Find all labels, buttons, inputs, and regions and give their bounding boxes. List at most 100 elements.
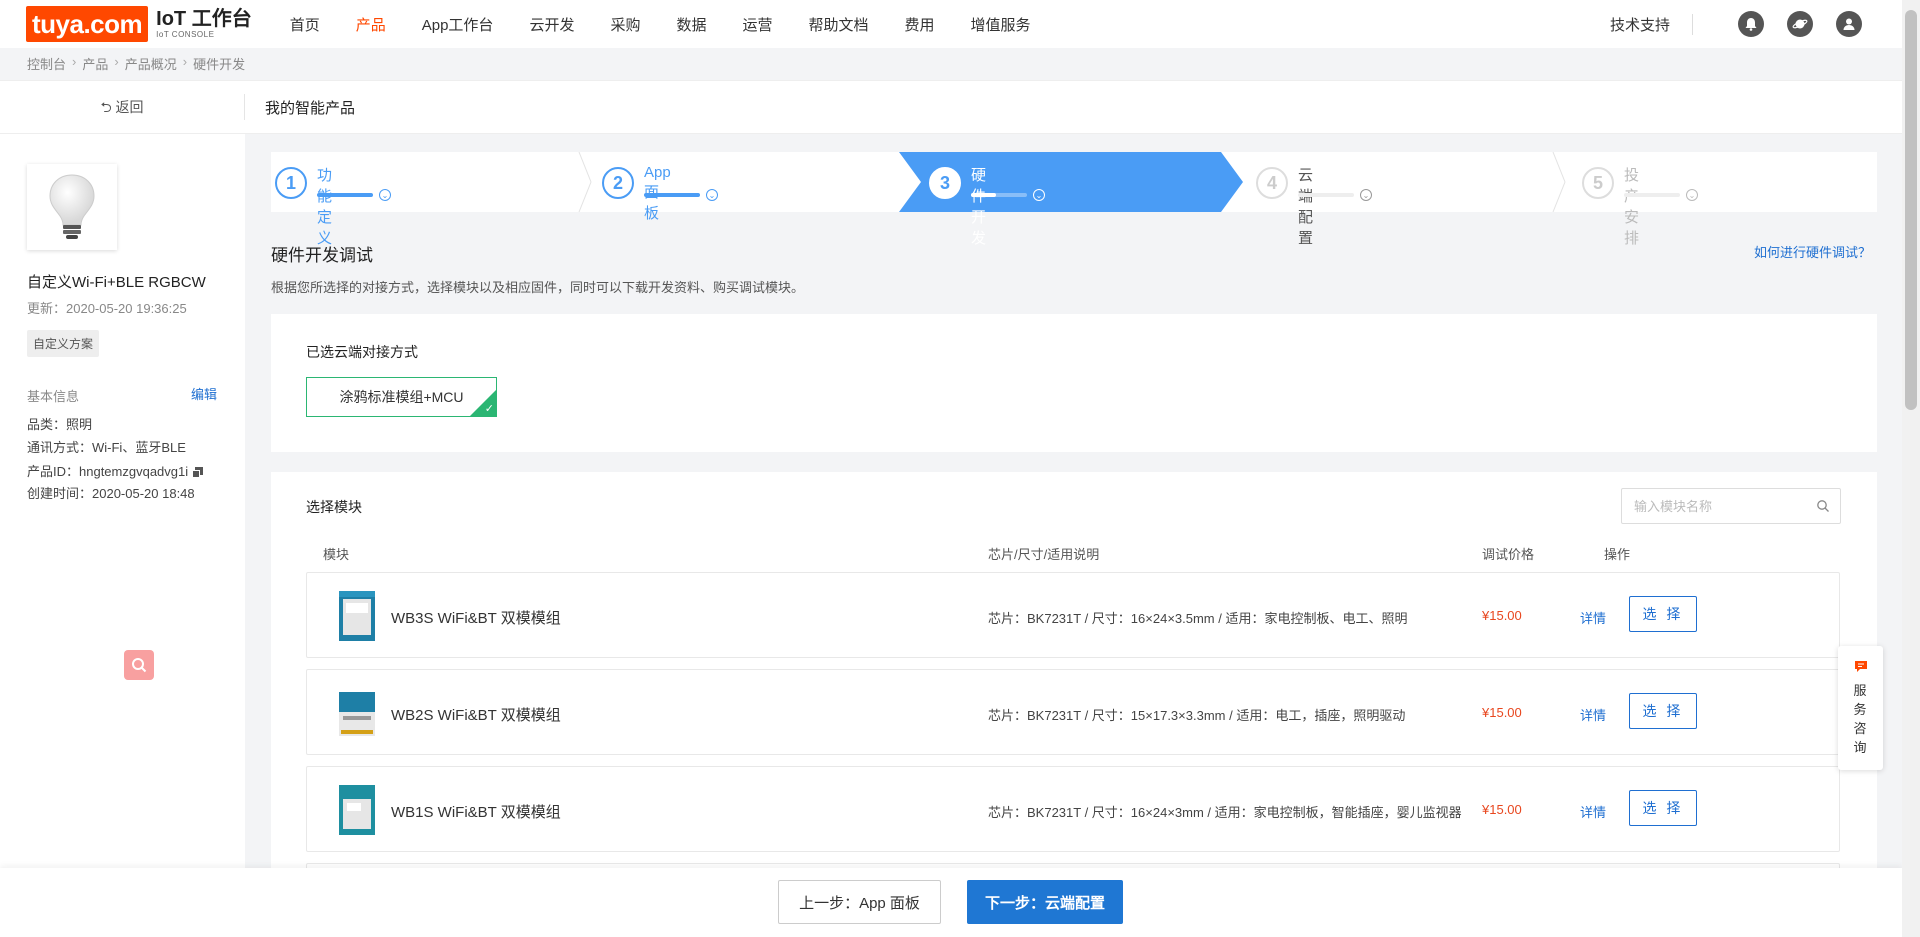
module-select-button[interactable]: 选 择	[1629, 790, 1697, 826]
chevron-down-icon[interactable]: ⌄	[1360, 189, 1372, 201]
bell-icon[interactable]	[1738, 11, 1764, 37]
nav-item-app[interactable]: App工作台	[422, 14, 494, 35]
product-updated-time: 更新：2020-05-20 19:36:25	[27, 301, 187, 316]
chevron-down-icon[interactable]: ⌄	[1033, 189, 1045, 201]
module-search	[1621, 488, 1841, 524]
nav-item-fees[interactable]: 费用	[905, 14, 935, 35]
section-title: 硬件开发调试	[271, 246, 373, 265]
nav-item-home[interactable]: 首页	[290, 14, 320, 35]
step-progress-fill	[971, 193, 997, 197]
module-search-input[interactable]	[1634, 498, 1804, 514]
step-label: 云端配置	[1298, 167, 1314, 247]
module-detail-link[interactable]: 详情	[1580, 705, 1606, 724]
nav-item-data[interactable]: 数据	[676, 14, 706, 35]
step-progress-bar	[317, 193, 373, 197]
breadcrumb: 控制台 › 产品 › 产品概况 › 硬件开发	[27, 54, 251, 73]
product-image	[27, 164, 117, 250]
basic-info-label: 基本信息	[27, 389, 80, 404]
product-tag: 自定义方案	[27, 330, 100, 357]
nav-item-docs[interactable]: 帮助文档	[809, 14, 869, 35]
product-created-time: 创建时间：2020-05-20 18:48	[27, 486, 195, 501]
page-title: 我的智能产品	[265, 99, 356, 117]
cloud-method-label: 已选云端对接方式	[306, 344, 418, 360]
breadcrumb-item-overview[interactable]: 产品概况	[125, 54, 177, 73]
step-number: 2	[602, 167, 634, 199]
product-name: 自定义Wi-Fi+BLE RGBCW	[27, 274, 206, 291]
footer-actions: 上一步：App 面板 下一步：云端配置	[0, 868, 1902, 937]
back-arrow-icon: ⮌	[100, 99, 116, 115]
chevron-down-icon[interactable]: ⌄	[379, 189, 391, 201]
step-progress-bar	[1624, 193, 1680, 197]
edit-link[interactable]: 编辑	[191, 384, 217, 403]
hardware-debug-help-link[interactable]: 如何进行硬件调试？	[1754, 242, 1871, 261]
module-spec: 芯片：BK7231T / 尺寸：15×17.3×3.3mm / 适用：电工，插座…	[988, 708, 1406, 723]
module-price: ¥15.00	[1482, 608, 1522, 623]
module-chip-icon	[339, 591, 375, 641]
nav-item-cloud[interactable]: 云开发	[529, 14, 574, 35]
step-progress-bar	[1298, 193, 1354, 197]
nav-item-product[interactable]: 产品	[356, 14, 386, 35]
module-name: WB2S WiFi&BT 双模模组	[391, 707, 561, 724]
tuya-logo: tuya.com	[26, 6, 149, 42]
module-spec: 芯片：BK7231T / 尺寸：16×24×3mm / 适用：家电控制板，智能插…	[988, 805, 1462, 820]
step-progress-track	[971, 193, 1027, 197]
brand-logo[interactable]: tuya.com IoT 工作台 IoT CONSOLE	[26, 6, 252, 42]
breadcrumb-item-current: 硬件开发	[193, 57, 246, 72]
cloud-method-value: 涂鸦标准模组+MCU	[339, 389, 464, 405]
chevron-down-icon[interactable]: ⌄	[706, 189, 718, 201]
selected-cloud-method[interactable]: 涂鸦标准模组+MCU ✓	[306, 377, 497, 417]
chevron-down-icon[interactable]: ⌄	[1686, 189, 1698, 201]
search-icon[interactable]	[1816, 499, 1830, 513]
breadcrumb-item-console[interactable]: 控制台	[27, 54, 66, 73]
module-detail-link[interactable]: 详情	[1580, 802, 1606, 821]
service-consult-widget[interactable]: 服务咨询	[1838, 646, 1883, 770]
planet-icon[interactable]	[1787, 11, 1813, 37]
module-select-button[interactable]: 选 择	[1629, 596, 1697, 632]
copy-icon[interactable]	[191, 467, 204, 479]
main-nav: 首页 产品 App工作台 云开发 采购 数据 运营 帮助文档 费用 增值服务	[272, 14, 1049, 35]
module-select-button[interactable]: 选 择	[1629, 693, 1697, 729]
chevron-right-icon: ›	[182, 54, 188, 69]
column-header-spec: 芯片/尺寸/适用说明	[988, 547, 1100, 562]
product-sidebar: 自定义Wi-Fi+BLE RGBCW 更新：2020-05-20 19:36:2…	[0, 134, 245, 937]
module-price: ¥15.00	[1482, 802, 1522, 817]
step-label: 投产安排	[1624, 167, 1640, 247]
top-right-tools: 技术支持	[1610, 0, 1862, 48]
step-number: 5	[1582, 167, 1614, 199]
module-name: WB1S WiFi&BT 双模模组	[391, 804, 561, 821]
service-label: 服务咨询	[1853, 683, 1867, 755]
nav-item-operation[interactable]: 运营	[742, 14, 772, 35]
chevron-right-icon: ›	[72, 54, 77, 69]
top-navbar: tuya.com IoT 工作台 IoT CONSOLE 首页 产品 App工作…	[0, 0, 1902, 48]
prev-step-button[interactable]: 上一步：App 面板	[778, 880, 941, 924]
step-progress-bar	[644, 193, 700, 197]
module-chip-icon	[339, 785, 375, 835]
next-step-button[interactable]: 下一步：云端配置	[967, 880, 1123, 924]
module-spec: 芯片：BK7231T / 尺寸：16×24×3.5mm / 适用：家电控制板、电…	[988, 611, 1408, 626]
table-row: WB3S WiFi&BT 双模模组 芯片：BK7231T / 尺寸：16×24×…	[306, 572, 1840, 658]
back-bar: ⮌ 返回 我的智能产品	[0, 80, 1902, 134]
nav-item-purchase[interactable]: 采购	[610, 14, 640, 35]
console-title: IoT 工作台 IoT CONSOLE	[156, 9, 252, 39]
user-avatar-icon[interactable]	[1836, 11, 1862, 37]
step-label: 功能定义	[317, 167, 333, 247]
section-description: 根据您所选择的对接方式，选择模块以及相应固件，同时可以下载开发资料、购买调试模块…	[271, 280, 805, 295]
column-header-action: 操作	[1604, 547, 1631, 562]
chat-icon	[1854, 661, 1867, 672]
module-price: ¥15.00	[1482, 705, 1522, 720]
breadcrumb-item-product[interactable]: 产品	[82, 54, 108, 73]
module-select-card: 选择模块 模块 芯片/尺寸/适用说明 调试价格 操作 WB3S WiFi&BT …	[271, 472, 1877, 937]
module-name: WB3S WiFi&BT 双模模组	[391, 610, 561, 627]
back-button[interactable]: ⮌ 返回	[0, 94, 245, 120]
scrollbar-thumb[interactable]	[1905, 10, 1917, 410]
module-detail-link[interactable]: 详情	[1580, 608, 1606, 627]
nav-item-services[interactable]: 增值服务	[971, 14, 1031, 35]
table-row: WB2S WiFi&BT 双模模组 芯片：BK7231T / 尺寸：15×17.…	[306, 669, 1840, 755]
chevron-right-icon: ›	[114, 54, 119, 69]
console-title-sub: IoT CONSOLE	[156, 30, 215, 39]
search-bubble-icon[interactable]	[124, 650, 154, 680]
tech-support-link[interactable]: 技术支持	[1610, 13, 1693, 35]
module-chip-icon	[339, 692, 375, 736]
console-title-main: IoT 工作台	[156, 8, 252, 30]
product-id-text: 产品ID：hngtemzgvqadvg1i	[27, 464, 189, 479]
